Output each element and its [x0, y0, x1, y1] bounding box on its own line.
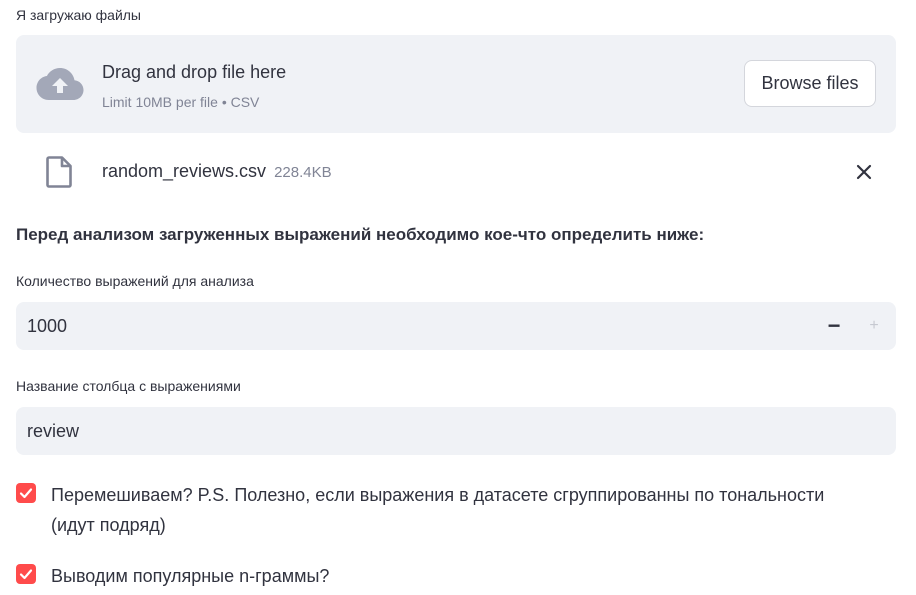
check-icon	[19, 488, 33, 499]
checkbox-shuffle-label: Перемешиваем? P.S. Полезно, если выражен…	[51, 485, 825, 535]
count-input-label: Количество выражений для анализа	[16, 273, 254, 289]
dropzone-subtitle: Limit 10MB per file • CSV	[102, 94, 260, 110]
file-icon	[46, 156, 72, 188]
checkbox-ngrams-label: Выводим популярные n-граммы?	[51, 566, 330, 586]
checkbox-ngrams-box[interactable]	[16, 564, 36, 584]
minus-icon: −	[827, 313, 841, 338]
uploaded-file-name: random_reviews.csv	[102, 161, 267, 181]
checkbox-shuffle[interactable]: Перемешиваем? P.S. Полезно, если выражен…	[16, 483, 896, 543]
uploader-label: Я загружаю файлы	[16, 7, 141, 23]
file-dropzone[interactable]: Drag and drop file here Limit 10MB per f…	[16, 35, 896, 133]
browse-files-button[interactable]: Browse files	[744, 60, 876, 107]
decrement-button[interactable]: −	[814, 302, 854, 350]
count-input: − +	[16, 302, 896, 350]
dropzone-title: Drag and drop file here	[102, 62, 287, 82]
cloud-upload-icon	[36, 68, 84, 100]
check-icon	[19, 569, 33, 580]
close-icon[interactable]	[852, 160, 876, 184]
increment-button[interactable]: +	[854, 302, 894, 350]
column-input	[16, 407, 896, 455]
section-heading: Перед анализом загруженных выражений нео…	[16, 225, 705, 244]
uploaded-file-size: 228.4KB	[274, 164, 332, 181]
checkbox-shuffle-box[interactable]	[16, 483, 36, 503]
column-input-label: Название столбца с выражениями	[16, 378, 241, 394]
uploaded-file: random_reviews.csv 228.4KB	[102, 161, 332, 182]
column-input-field[interactable]	[27, 407, 787, 455]
plus-icon: +	[869, 317, 879, 334]
count-input-field[interactable]	[27, 302, 787, 350]
checkbox-ngrams[interactable]: Выводим популярные n-граммы?	[16, 564, 896, 594]
